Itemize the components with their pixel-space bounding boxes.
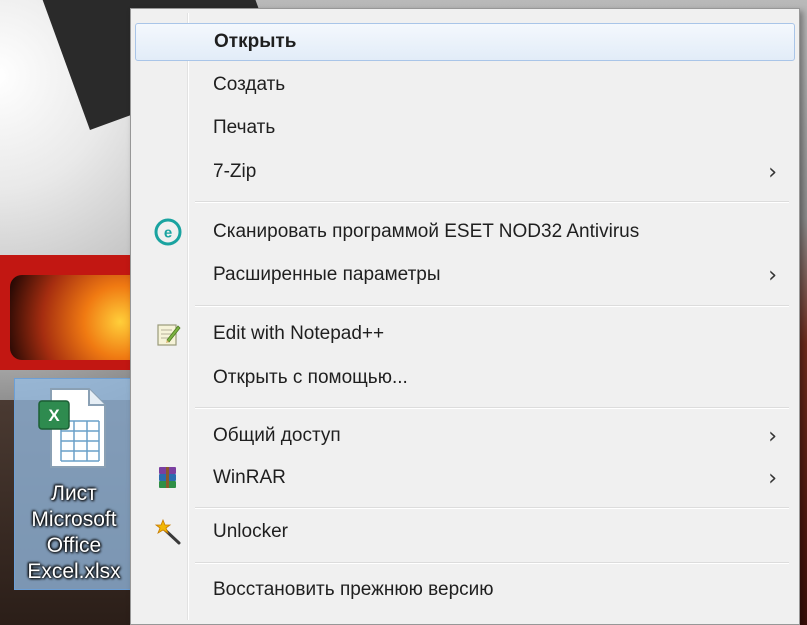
menu-item-label: Открыть с помощью... [213, 367, 408, 388]
menu-item-label: 7-Zip [213, 161, 257, 182]
notepad-plus-plus-icon [153, 319, 183, 349]
menu-item-new[interactable]: Создать [135, 66, 795, 104]
menu-separator [195, 305, 789, 307]
menu-item-label: Создать [213, 74, 286, 95]
menu-item-label: Печать [213, 117, 276, 138]
menu-item-label: Общий доступ [213, 425, 341, 446]
menu-separator [195, 407, 789, 409]
chevron-right-icon: › [768, 423, 777, 449]
menu-item-print[interactable]: Печать [135, 109, 795, 147]
menu-item-label: Сканировать программой ESET NOD32 Antivi… [213, 221, 640, 242]
menu-item-label: Восстановить прежнюю версию [213, 579, 494, 600]
menu-separator [195, 201, 789, 203]
eset-icon: e [153, 217, 183, 247]
svg-text:e: e [164, 225, 172, 242]
menu-item-open[interactable]: Открыть [135, 23, 795, 61]
desktop-file-excel[interactable]: X Лист Microsoft Office Excel.xlsx [14, 378, 132, 590]
menu-item-label: Открыть [214, 31, 297, 52]
menu-item-winrar[interactable]: WinRAR › [135, 459, 795, 497]
menu-item-unlocker[interactable]: Unlocker [135, 513, 795, 551]
menu-item-label: Edit with Notepad++ [213, 323, 385, 344]
menu-item-eset-scan[interactable]: e Сканировать программой ESET NOD32 Anti… [135, 213, 795, 251]
menu-item-label: WinRAR [213, 467, 286, 488]
chevron-right-icon: › [768, 465, 777, 491]
winrar-icon [153, 463, 183, 493]
context-menu: Открыть Создать Печать 7-Zip › e Сканиро… [130, 8, 800, 625]
menu-item-advanced[interactable]: Расширенные параметры › [135, 256, 795, 294]
menu-item-notepadpp[interactable]: Edit with Notepad++ [135, 315, 795, 353]
menu-separator [195, 562, 789, 564]
menu-item-share[interactable]: Общий доступ › [135, 417, 795, 455]
menu-item-label: Unlocker [213, 521, 288, 542]
menu-item-label: Расширенные параметры [213, 264, 441, 285]
menu-item-7zip[interactable]: 7-Zip › [135, 153, 795, 191]
menu-separator [195, 507, 789, 509]
unlocker-wand-icon [153, 517, 183, 547]
menu-item-open-with[interactable]: Открыть с помощью... [135, 359, 795, 397]
chevron-right-icon: › [768, 262, 777, 288]
menu-item-restore-previous[interactable]: Восстановить прежнюю версию [135, 571, 795, 609]
svg-text:X: X [48, 406, 60, 425]
desktop-file-label: Лист Microsoft Office Excel.xlsx [27, 482, 121, 583]
chevron-right-icon: › [768, 159, 777, 185]
excel-file-icon: X [38, 388, 106, 468]
